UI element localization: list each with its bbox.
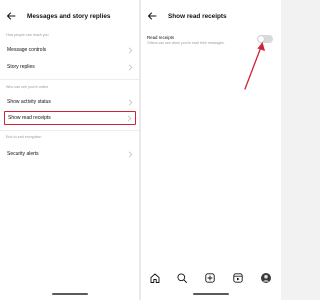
chevron-right-icon [127,115,132,121]
right-header: Show read receipts [147,8,277,24]
back-arrow-icon[interactable] [6,11,16,21]
read-receipts-screen: Show read receipts Read receipts Others … [141,0,281,300]
show-activity-status-row[interactable]: Show activity status [4,95,136,109]
annotation-arrow-icon [244,42,265,90]
section-label-encryption: End-to-end encryption [6,135,42,139]
profile-avatar[interactable] [260,272,272,284]
chevron-right-icon [128,99,133,105]
show-read-receipts-row[interactable]: Show read receipts [4,111,136,125]
messages-settings-screen: Messages and story replies How people ca… [0,0,139,300]
read-receipts-description: Others can see when you've read their me… [147,41,225,45]
divider [0,130,139,131]
search-icon[interactable] [176,272,188,284]
read-receipts-title: Read receipts [147,35,175,40]
page-title: Show read receipts [168,12,227,20]
message-controls-row[interactable]: Message controls [4,43,136,57]
chevron-right-icon [128,47,133,53]
story-replies-label: Story replies [7,64,35,70]
section-label-reach: How people can reach you [6,33,49,37]
home-indicator [52,293,88,295]
chevron-right-icon [128,151,133,157]
divider [0,79,139,80]
reels-icon[interactable] [232,272,244,284]
show-read-receipts-label: Show read receipts [8,115,51,121]
bottom-nav-bar [141,268,281,288]
page-title: Messages and story replies [27,12,111,20]
security-alerts-label: Security alerts [7,151,39,157]
chevron-right-icon [128,64,133,70]
create-post-icon[interactable] [204,272,216,284]
story-replies-row[interactable]: Story replies [4,60,136,74]
home-icon[interactable] [149,272,161,284]
left-header: Messages and story replies [6,8,135,24]
section-label-online: Who can see you're online [6,85,49,89]
home-indicator [193,293,229,295]
show-activity-status-label: Show activity status [7,99,51,105]
security-alerts-row[interactable]: Security alerts [4,147,136,161]
back-arrow-icon[interactable] [147,11,157,21]
message-controls-label: Message controls [7,47,47,53]
